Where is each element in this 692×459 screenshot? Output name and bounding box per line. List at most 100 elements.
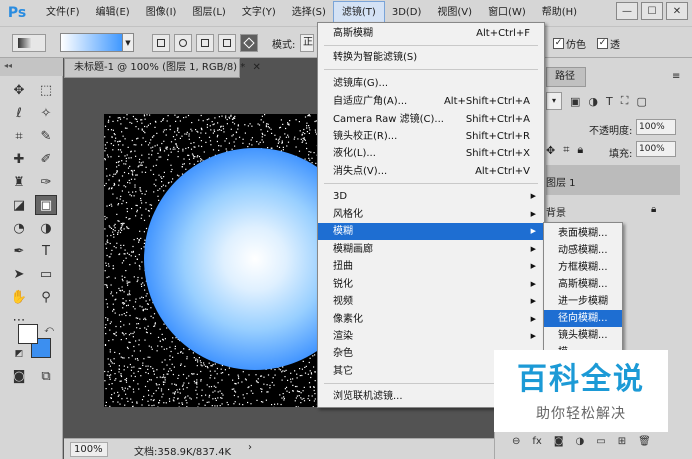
filter-item-blur[interactable]: 模糊 ▶ bbox=[318, 223, 544, 240]
menu-layer[interactable]: 图层(L) bbox=[184, 2, 233, 24]
menu-select[interactable]: 选择(S) bbox=[284, 2, 334, 24]
panel-menu-icon[interactable]: ≡ bbox=[672, 71, 680, 82]
filter-item-3d[interactable]: 3D ▶ bbox=[318, 188, 544, 205]
menu-edit[interactable]: 编辑(E) bbox=[88, 2, 138, 24]
fill-input[interactable]: 100% bbox=[636, 141, 676, 157]
eyedropper-tool-icon[interactable]: ✎ bbox=[35, 126, 57, 146]
stamp-tool-icon[interactable]: ♜ bbox=[8, 172, 30, 192]
link-layers-icon[interactable]: ⊖ bbox=[512, 436, 520, 447]
crop-tool-icon[interactable]: ⌗ bbox=[8, 126, 30, 146]
blur-item-radial[interactable]: 径向模糊... bbox=[544, 310, 622, 327]
restore-button[interactable]: ☐ bbox=[641, 2, 663, 20]
filter-item-adaptive-wide-angle[interactable]: 自适应广角(A)... Alt+Shift+Ctrl+A bbox=[318, 93, 544, 110]
type-tool-icon[interactable]: T bbox=[35, 241, 57, 261]
toolbox-collapse-strip[interactable]: ◂◂ bbox=[0, 58, 63, 76]
lasso-tool-icon[interactable]: ℓ bbox=[8, 103, 30, 123]
filter-item-video[interactable]: 视频 ▶ bbox=[318, 293, 544, 310]
blur-item-surface[interactable]: 表面模糊... bbox=[544, 225, 622, 242]
mode-select[interactable]: 正 bbox=[300, 34, 314, 52]
radial-gradient-button[interactable] bbox=[174, 34, 192, 52]
trash-icon[interactable]: 🗑︎ bbox=[638, 436, 651, 447]
menu-image[interactable]: 图像(I) bbox=[138, 2, 185, 24]
blur-item-lens[interactable]: 镜头模糊... bbox=[544, 327, 622, 344]
rectangle-tool-icon[interactable]: ▭ bbox=[35, 264, 57, 284]
blur-tool-icon[interactable]: ◔ bbox=[8, 218, 30, 238]
blur-item-box[interactable]: 方框模糊... bbox=[544, 259, 622, 276]
zoom-tool-icon[interactable]: ⚲ bbox=[35, 287, 57, 307]
close-tab-icon[interactable]: ✕ bbox=[252, 62, 260, 73]
opacity-input[interactable]: 100% bbox=[636, 119, 676, 135]
menu-file[interactable]: 文件(F) bbox=[38, 2, 88, 24]
menu-help[interactable]: 帮助(H) bbox=[534, 2, 585, 24]
pen-tool-icon[interactable]: ✒ bbox=[8, 241, 30, 261]
adjustment-layer-icon[interactable]: ◑ bbox=[576, 436, 585, 447]
menu-view[interactable]: 视图(V) bbox=[429, 2, 480, 24]
filter-item-sharpen[interactable]: 锐化 ▶ bbox=[318, 276, 544, 293]
filter-item-stylize[interactable]: 风格化 ▶ bbox=[318, 206, 544, 223]
blur-item-more[interactable]: 进一步模糊 bbox=[544, 293, 622, 310]
tool-preset-picker[interactable] bbox=[12, 34, 46, 52]
add-mask-icon[interactable]: ◙ bbox=[554, 436, 564, 447]
brush-tool-icon[interactable]: ✐ bbox=[35, 149, 57, 169]
foreground-color-swatch[interactable] bbox=[18, 324, 38, 344]
tab-paths[interactable]: 路径 bbox=[546, 67, 586, 87]
filter-item-vanishing-point[interactable]: 消失点(V)... Alt+Ctrl+V bbox=[318, 163, 544, 180]
filter-item-smart-filter[interactable]: 转换为智能滤镜(S) bbox=[318, 49, 544, 66]
filter-item-pixelate[interactable]: 像素化 ▶ bbox=[318, 311, 544, 328]
angle-gradient-button[interactable] bbox=[196, 34, 214, 52]
filter-item-gaussian-blur[interactable]: 高斯模糊 Alt+Ctrl+F bbox=[318, 25, 544, 42]
dodge-tool-icon[interactable]: ◑ bbox=[35, 218, 57, 238]
filter-item-render[interactable]: 渲染 ▶ bbox=[318, 328, 544, 345]
filter-item-lens-correction[interactable]: 镜头校正(R)... Shift+Ctrl+R bbox=[318, 128, 544, 145]
linear-gradient-button[interactable] bbox=[152, 34, 170, 52]
move-tool-icon[interactable]: ✥ bbox=[8, 80, 30, 100]
filter-item-blur-gallery[interactable]: 模糊画廊 ▶ bbox=[318, 241, 544, 258]
screen-mode-icon[interactable]: ⧉ bbox=[35, 366, 57, 386]
gradient-tool-icon[interactable]: ▣ bbox=[35, 195, 57, 215]
layer-style-icon[interactable]: fx bbox=[532, 436, 541, 447]
menu-window[interactable]: 窗口(W) bbox=[480, 2, 534, 24]
gradient-editor[interactable]: ▼ bbox=[60, 33, 134, 52]
default-colors-icon[interactable]: ◩ bbox=[8, 344, 30, 364]
history-brush-tool-icon[interactable]: ✑ bbox=[35, 172, 57, 192]
layer-row-layer-1[interactable]: 图层 1 bbox=[546, 165, 680, 195]
filter-item-liquify[interactable]: 液化(L)... Shift+Ctrl+X bbox=[318, 145, 544, 162]
healing-brush-tool-icon[interactable]: ✚ bbox=[8, 149, 30, 169]
layer-row-background[interactable]: 背景 bbox=[546, 198, 680, 224]
quick-mask-icon[interactable]: ◙ bbox=[8, 366, 30, 386]
path-selection-tool-icon[interactable]: ➤ bbox=[8, 264, 30, 284]
type-filter-icon[interactable]: T bbox=[606, 95, 613, 108]
status-menu-arrow[interactable]: › bbox=[248, 442, 252, 453]
filter-item-distort[interactable]: 扭曲 ▶ bbox=[318, 258, 544, 275]
image-filter-icon[interactable]: ▣ bbox=[570, 95, 580, 108]
hand-tool-icon[interactable]: ✋ bbox=[8, 287, 30, 307]
swap-colors-icon[interactable]: ⤺ bbox=[38, 320, 60, 340]
shape-filter-icon[interactable]: ⛶ bbox=[621, 94, 629, 108]
close-button[interactable]: ✕ bbox=[666, 2, 688, 20]
filter-item-gallery[interactable]: 滤镜库(G)... bbox=[318, 75, 544, 92]
blur-item-gaussian[interactable]: 高斯模糊... bbox=[544, 276, 622, 293]
minimize-button[interactable]: — bbox=[616, 2, 638, 20]
smart-object-filter-icon[interactable]: ▢ bbox=[636, 95, 646, 108]
blur-item-motion[interactable]: 动感模糊... bbox=[544, 242, 622, 259]
filter-item-camera-raw[interactable]: Camera Raw 滤镜(C)... Shift+Ctrl+A bbox=[318, 111, 544, 128]
reflected-gradient-button[interactable] bbox=[218, 34, 236, 52]
marquee-tool-icon[interactable]: ⬚ bbox=[35, 80, 57, 100]
transparency-checkbox[interactable]: ✓ 透 bbox=[597, 36, 620, 51]
group-icon[interactable]: ▭ bbox=[596, 436, 605, 447]
chevron-down-icon[interactable]: ▼ bbox=[122, 33, 134, 52]
magic-wand-tool-icon[interactable]: ✧ bbox=[35, 103, 57, 123]
menu-filter[interactable]: 滤镜(T) bbox=[332, 1, 385, 25]
new-layer-icon[interactable]: ⊞ bbox=[618, 436, 626, 447]
zoom-level-input[interactable]: 100% bbox=[70, 442, 108, 457]
layer-kind-dropdown[interactable]: ▾ bbox=[546, 92, 562, 110]
diamond-gradient-button[interactable] bbox=[240, 34, 258, 52]
lock-all-icon[interactable]: 🔒︎ bbox=[577, 143, 583, 157]
lock-position-icon[interactable]: ✥ bbox=[546, 144, 555, 157]
menu-3d[interactable]: 3D(D) bbox=[384, 2, 430, 24]
adjustment-filter-icon[interactable]: ◑ bbox=[588, 95, 598, 108]
eraser-tool-icon[interactable]: ◪ bbox=[8, 195, 30, 215]
document-tab[interactable]: 未标题-1 @ 100% (图层 1, RGB/8) * ✕ bbox=[64, 58, 261, 78]
dither-checkbox[interactable]: ✓ 仿色 bbox=[553, 36, 586, 51]
lock-artboard-icon[interactable]: ⌗ bbox=[563, 143, 569, 157]
